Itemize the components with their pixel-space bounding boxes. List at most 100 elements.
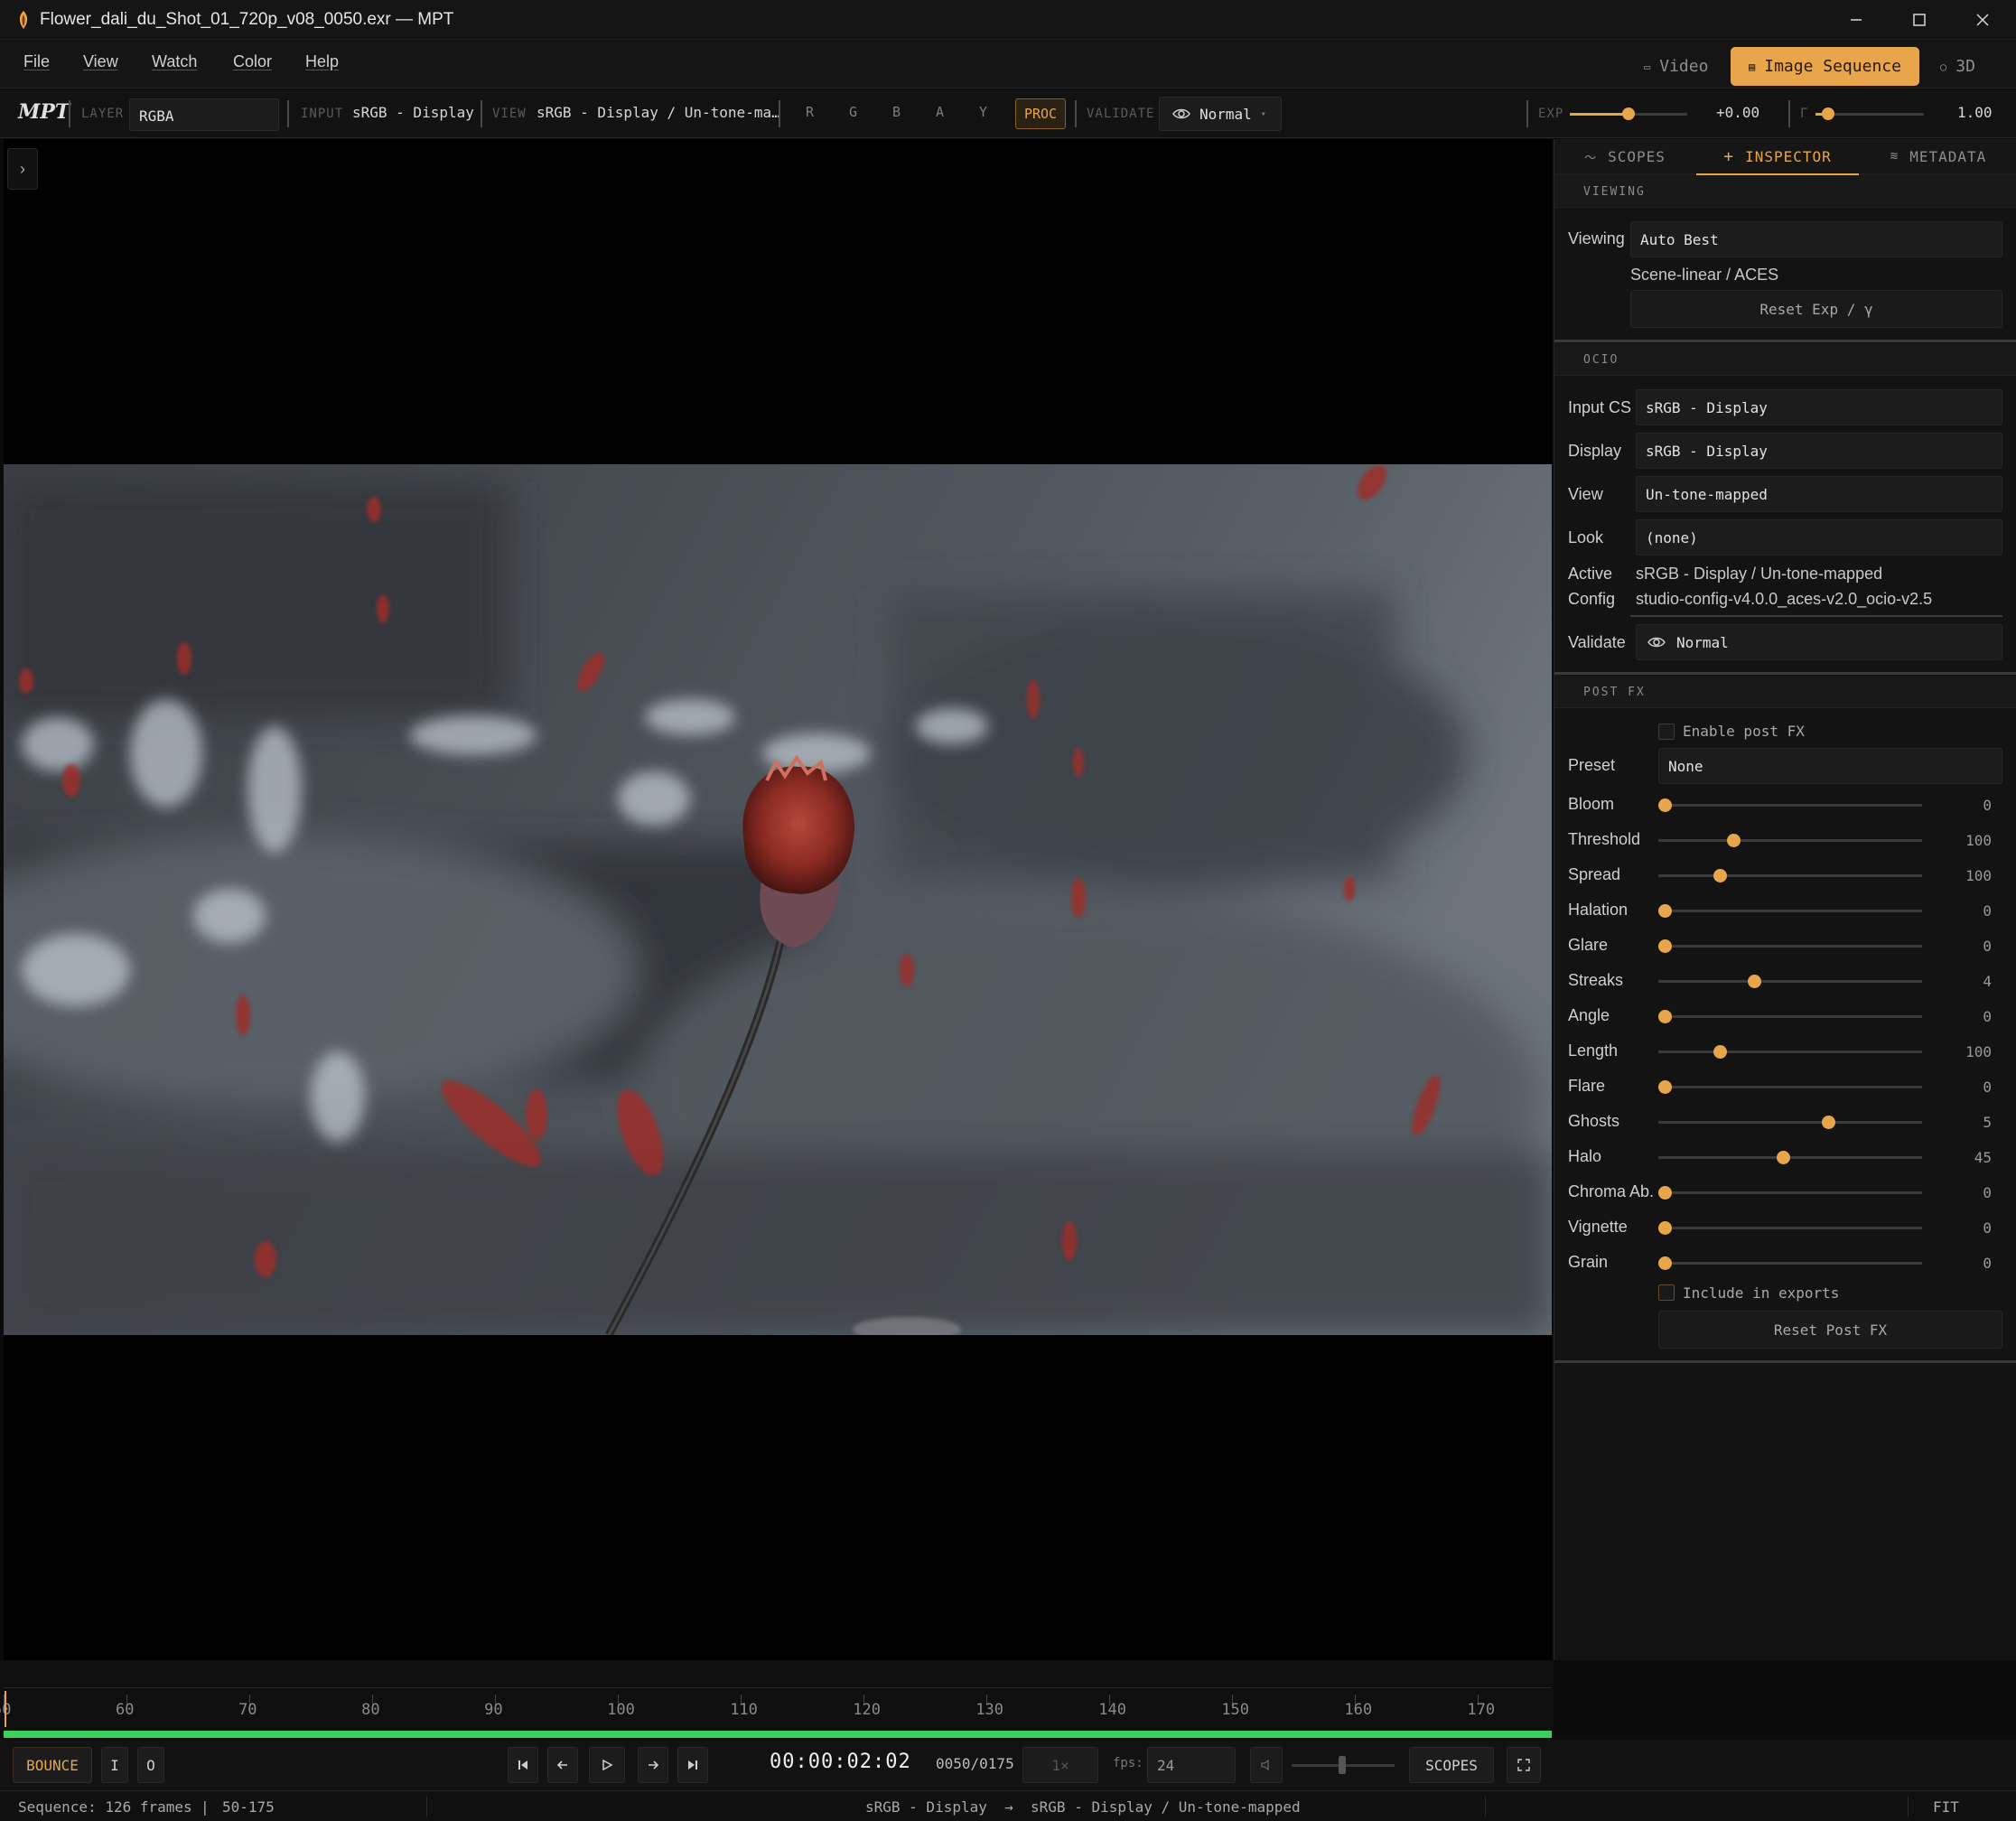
fps-input[interactable]: 24 xyxy=(1147,1747,1236,1783)
layer-select[interactable]: RGBA xyxy=(129,98,279,131)
fullscreen-icon[interactable] xyxy=(1507,1747,1541,1783)
reset-postfx-button[interactable]: Reset Post FX xyxy=(1658,1311,2002,1349)
postfx-slider-track[interactable] xyxy=(1658,1051,1922,1053)
postfx-slider-knob[interactable] xyxy=(1658,1221,1672,1235)
expand-sidebar-button[interactable]: › xyxy=(7,148,38,190)
postfx-slider-track[interactable] xyxy=(1658,804,1922,807)
in-point-button[interactable]: I xyxy=(101,1747,128,1783)
exposure-slider-knob[interactable] xyxy=(1622,107,1635,120)
postfx-slider-track[interactable] xyxy=(1658,1262,1922,1265)
reset-exp-gamma-button[interactable]: Reset Exp / γ xyxy=(1630,290,2002,328)
gamma-slider-knob[interactable] xyxy=(1822,107,1835,120)
postfx-slider-track[interactable] xyxy=(1658,839,1922,842)
toolbar-separator xyxy=(1526,100,1528,127)
menu-watch[interactable]: Watch xyxy=(152,52,197,71)
postfx-value: 5 xyxy=(1983,1114,1992,1131)
mode-video-button[interactable]: ▭ Video xyxy=(1626,47,1726,86)
gamma-label: Γ xyxy=(1800,107,1809,121)
status-divider xyxy=(426,1797,427,1816)
skip-end-icon[interactable] xyxy=(677,1747,708,1783)
include-in-exports-checkbox[interactable] xyxy=(1658,1284,1675,1301)
config-divider xyxy=(1630,615,2002,617)
view-select[interactable]: Un-tone-mapped xyxy=(1636,476,2002,512)
fit-mode[interactable]: FIT xyxy=(1933,1798,1959,1816)
timeline[interactable]: 5060708090100110120130140150160170 xyxy=(0,1660,1554,1740)
postfx-slider-knob[interactable] xyxy=(1658,1186,1672,1200)
menu-help[interactable]: Help xyxy=(305,52,339,71)
mode-image-sequence-button[interactable]: ▤ Image Sequence xyxy=(1731,47,1919,86)
postfx-slider-track[interactable] xyxy=(1658,980,1922,983)
volume-slider-knob[interactable] xyxy=(1339,1756,1346,1774)
minimize-icon[interactable] xyxy=(1825,0,1888,40)
postfx-slider-knob[interactable] xyxy=(1713,869,1728,882)
tab-scopes[interactable]: 〜 SCOPES xyxy=(1554,139,1695,175)
postfx-slider-knob[interactable] xyxy=(1822,1116,1836,1129)
postfx-slider-knob[interactable] xyxy=(1658,1256,1672,1270)
menu-view[interactable]: View xyxy=(83,52,118,71)
scopes-button[interactable]: SCOPES xyxy=(1409,1747,1494,1783)
close-icon[interactable] xyxy=(1951,0,2014,40)
postfx-slider-track[interactable] xyxy=(1658,1191,1922,1194)
toolbar-separator xyxy=(779,100,780,127)
validate-dropdown[interactable]: Normal xyxy=(1636,624,2002,660)
menu-file[interactable]: File xyxy=(23,52,50,71)
tab-inspector[interactable]: + INSPECTOR xyxy=(1696,139,1859,175)
postfx-slider-track[interactable] xyxy=(1658,910,1922,912)
postfx-slider-knob[interactable] xyxy=(1658,904,1672,918)
speed-select[interactable]: 1× xyxy=(1022,1747,1098,1783)
postfx-slider-knob[interactable] xyxy=(1658,1080,1672,1094)
bounce-button[interactable]: BOUNCE xyxy=(13,1747,92,1783)
input-cs-select[interactable]: sRGB - Display xyxy=(1636,389,2002,425)
postfx-slider-knob[interactable] xyxy=(1658,798,1672,812)
postfx-label: Flare xyxy=(1568,1077,1606,1095)
playhead[interactable] xyxy=(5,1691,6,1727)
postfx-row-halo: Halo 45 xyxy=(1554,1140,2016,1175)
enable-postfx-checkbox[interactable] xyxy=(1658,724,1675,740)
proc-toggle[interactable]: PROC xyxy=(1015,98,1066,129)
postfx-slider-track[interactable] xyxy=(1658,1121,1922,1124)
mode-3d-button[interactable]: ○ 3D xyxy=(1922,47,1993,86)
tab-metadata[interactable]: ≋ METADATA xyxy=(1860,139,2016,175)
viewing-select[interactable]: Auto Best xyxy=(1630,221,2002,257)
menu-color[interactable]: Color xyxy=(233,52,272,71)
step-back-icon[interactable] xyxy=(547,1747,578,1783)
postfx-slider-track[interactable] xyxy=(1658,874,1922,877)
play-icon[interactable] xyxy=(589,1747,625,1783)
channel-g-button[interactable]: G xyxy=(849,104,857,120)
postfx-slider-track[interactable] xyxy=(1658,1227,1922,1229)
postfx-slider-knob[interactable] xyxy=(1748,975,1762,988)
postfx-value: 100 xyxy=(1965,832,1992,849)
preset-select[interactable]: None xyxy=(1658,748,2002,784)
postfx-slider-knob[interactable] xyxy=(1713,1045,1728,1059)
out-point-button[interactable]: O xyxy=(137,1747,164,1783)
postfx-label: Ghosts xyxy=(1568,1112,1620,1130)
postfx-slider-knob[interactable] xyxy=(1726,834,1741,847)
validate-label: Validate xyxy=(1568,633,1626,651)
channel-y-button[interactable]: Y xyxy=(979,104,987,120)
view-transform-select[interactable]: sRGB - Display / Un-tone-ma… xyxy=(537,104,780,121)
postfx-slider-knob[interactable] xyxy=(1658,1010,1672,1023)
postfx-slider-knob[interactable] xyxy=(1658,939,1672,953)
volume-icon[interactable] xyxy=(1250,1747,1283,1783)
look-select[interactable]: (none) xyxy=(1636,519,2002,556)
window-title: Flower_dali_du_Shot_01_720p_v08_0050.exr… xyxy=(40,10,454,29)
mode-3d-label: 3D xyxy=(1955,57,1975,76)
postfx-slider-track[interactable] xyxy=(1658,1086,1922,1088)
channel-a-button[interactable]: A xyxy=(936,104,944,120)
postfx-row-vignette: Vignette 0 xyxy=(1554,1210,2016,1246)
timeline-tick-label: 160 xyxy=(1344,1701,1373,1719)
step-forward-icon[interactable] xyxy=(638,1747,668,1783)
status-divider xyxy=(1485,1797,1486,1816)
postfx-slider-track[interactable] xyxy=(1658,945,1922,948)
input-colorspace-select[interactable]: sRGB - Display xyxy=(352,104,474,121)
skip-start-icon[interactable] xyxy=(508,1747,538,1783)
postfx-value: 0 xyxy=(1983,1255,1992,1272)
postfx-slider-track[interactable] xyxy=(1658,1015,1922,1018)
display-select[interactable]: sRGB - Display xyxy=(1636,433,2002,469)
channel-b-button[interactable]: B xyxy=(892,104,901,120)
postfx-value: 0 xyxy=(1983,1008,1992,1025)
postfx-slider-knob[interactable] xyxy=(1777,1151,1791,1164)
validate-select[interactable]: Normal ▾ xyxy=(1159,97,1282,131)
maximize-icon[interactable] xyxy=(1888,0,1951,40)
channel-r-button[interactable]: R xyxy=(806,104,814,120)
